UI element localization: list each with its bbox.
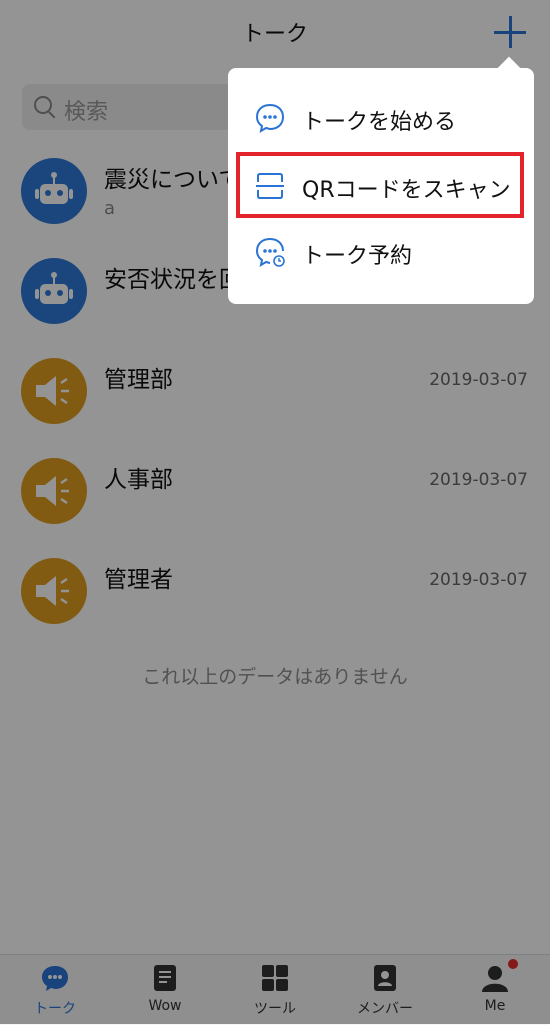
menu-label: トーク予約 <box>302 244 413 269</box>
chat-bubble-icon <box>254 102 286 134</box>
menu-label: トークを始める <box>302 110 457 135</box>
menu-item-start-talk[interactable]: トークを始める <box>228 86 534 150</box>
chat-schedule-icon <box>254 236 286 268</box>
highlight-box <box>236 152 524 218</box>
menu-item-schedule-talk[interactable]: トーク予約 <box>228 220 534 284</box>
